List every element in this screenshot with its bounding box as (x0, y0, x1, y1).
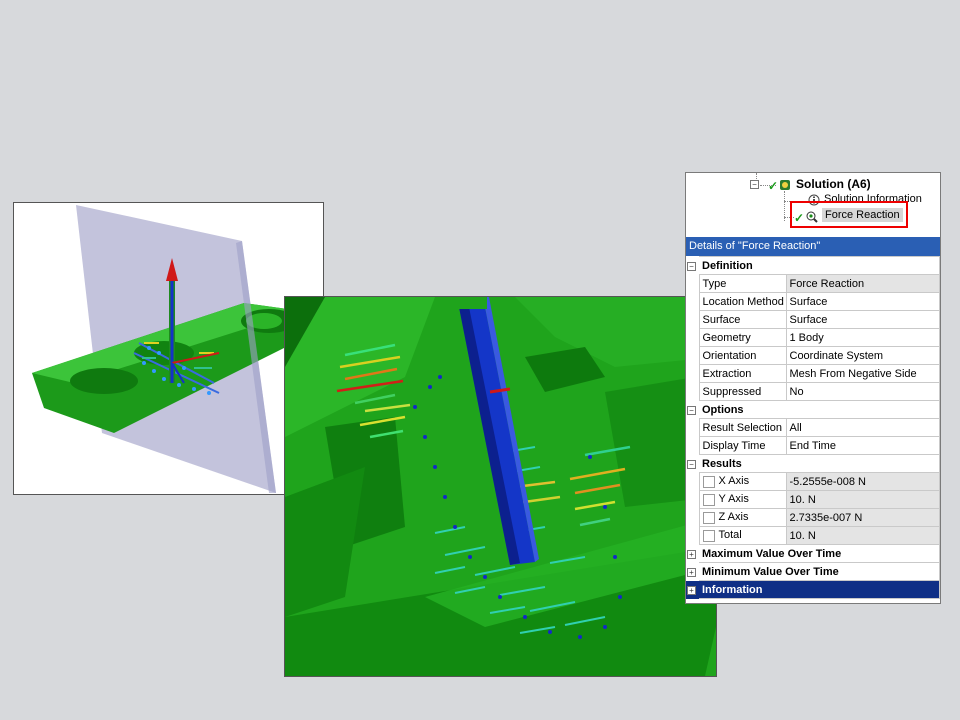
solution-status-check-icon: ✓ (768, 179, 779, 193)
tree-item-solution[interactable]: Solution (A6) (796, 177, 871, 191)
zoomed-model-graphic (285, 297, 716, 676)
section-minimum-value[interactable]: Minimum Value Over Time (699, 562, 940, 581)
details-title: Details of "Force Reaction" (686, 237, 940, 256)
small-model-viewport[interactable] (13, 202, 324, 495)
property-row[interactable]: Orientation Coordinate System (686, 346, 940, 365)
section-definition[interactable]: Definition (699, 256, 940, 275)
section-options[interactable]: Options (699, 400, 940, 419)
property-row[interactable]: Location Method Surface (686, 292, 940, 311)
result-row[interactable]: Y Axis 10. N (686, 490, 940, 509)
collapse-options-icon[interactable]: − (687, 405, 696, 415)
parameter-checkbox[interactable] (702, 493, 715, 506)
collapse-definition-icon[interactable]: − (687, 261, 696, 271)
property-row[interactable]: Surface Surface (686, 310, 940, 329)
collapse-results-icon[interactable]: − (687, 459, 696, 469)
result-row[interactable]: X Axis -5.2555e-008 N (686, 472, 940, 491)
property-row[interactable]: Extraction Mesh From Negative Side (686, 364, 940, 383)
zoomed-model-viewport[interactable] (284, 296, 717, 677)
section-maximum-value[interactable]: Maximum Value Over Time (699, 544, 940, 563)
result-row[interactable]: Z Axis 2.7335e-007 N (686, 508, 940, 527)
section-results[interactable]: Results (699, 454, 940, 473)
expand-max-icon[interactable]: + (687, 549, 696, 559)
solution-icon (780, 180, 790, 190)
section-information[interactable]: Information (699, 580, 940, 599)
details-panel: − ✓ Solution (A6) Solution Information ✓… (685, 172, 941, 604)
property-row[interactable]: Type Force Reaction (686, 274, 940, 293)
highlight-box (790, 201, 908, 228)
small-model-graphic (32, 205, 304, 493)
parameter-checkbox[interactable] (702, 529, 715, 542)
parameter-checkbox[interactable] (702, 511, 715, 524)
outline-tree: − ✓ Solution (A6) Solution Information ✓… (686, 173, 940, 237)
property-row[interactable]: Geometry 1 Body (686, 328, 940, 347)
expand-information-icon[interactable]: + (687, 585, 696, 595)
result-row[interactable]: Total 10. N (686, 526, 940, 545)
expand-min-icon[interactable]: + (687, 567, 696, 577)
property-row[interactable]: Result Selection All (686, 418, 940, 437)
property-row[interactable]: Suppressed No (686, 382, 940, 401)
property-row[interactable]: Display Time End Time (686, 436, 940, 455)
collapse-solution-icon[interactable]: − (750, 180, 759, 189)
details-grid: − Definition Type Force Reaction Location… (686, 256, 940, 599)
parameter-checkbox[interactable] (702, 475, 715, 488)
